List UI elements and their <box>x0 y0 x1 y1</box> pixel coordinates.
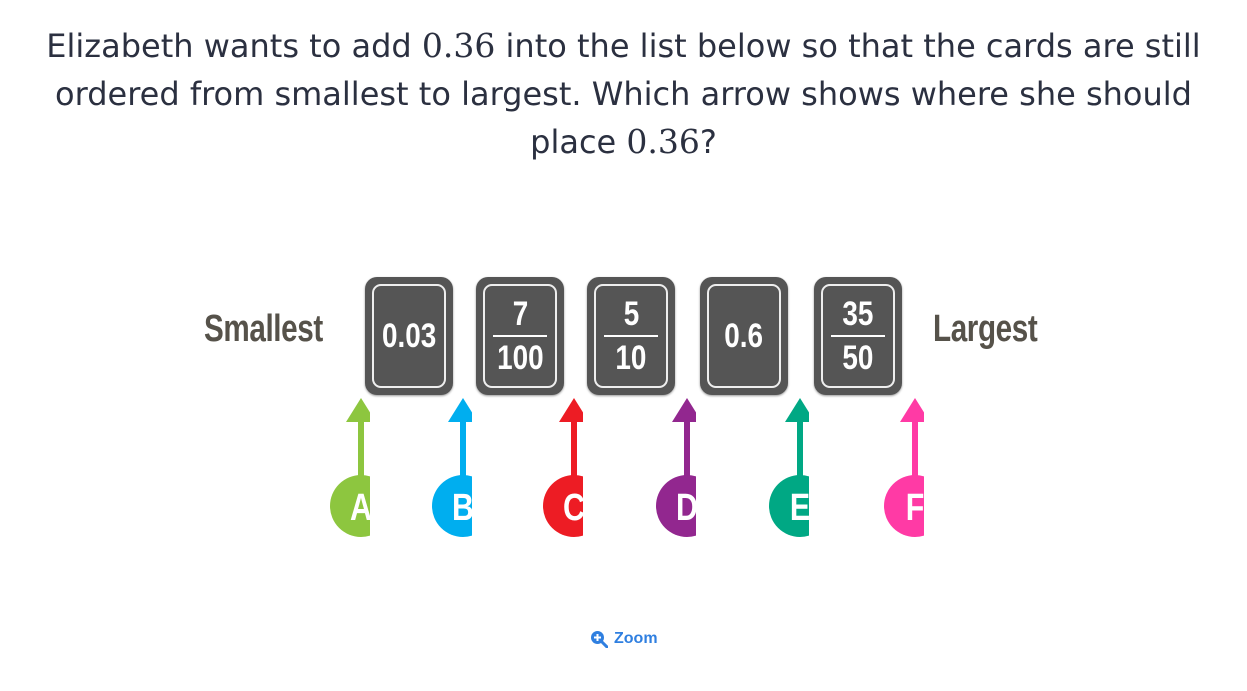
arrow-up-icon <box>346 398 370 422</box>
arrow-shaft <box>684 420 690 480</box>
arrow-shaft <box>571 420 577 480</box>
numerator: 35 <box>842 295 874 333</box>
card-face: 0.6 <box>707 284 781 388</box>
numerator: 5 <box>623 295 639 333</box>
denominator: 50 <box>842 339 874 377</box>
number-card: 5 10 <box>587 277 675 395</box>
arrow-up-icon <box>785 398 809 422</box>
option-letter: D <box>676 487 696 529</box>
arrow-up-icon <box>448 398 472 422</box>
arrow-up-icon <box>672 398 696 422</box>
largest-label: Largest <box>933 308 1038 350</box>
zoom-in-icon <box>591 631 608 648</box>
option-letter: E <box>790 487 809 529</box>
question-text: Elizabeth wants to add 0.36 into the lis… <box>0 22 1247 166</box>
smallest-label: Smallest <box>204 308 323 350</box>
option-letter: F <box>906 487 924 529</box>
arrow-option-e[interactable]: E <box>769 398 809 540</box>
denominator: 10 <box>615 339 647 377</box>
question-part: Elizabeth wants to add <box>46 27 422 65</box>
option-letter: C <box>563 487 583 529</box>
arrow-up-icon <box>559 398 583 422</box>
card-face: 0.03 <box>372 284 446 388</box>
fraction-bar <box>831 335 885 337</box>
zoom-label: Zoom <box>614 630 658 647</box>
numerator: 7 <box>512 295 528 333</box>
arrow-shaft <box>358 420 364 480</box>
zoom-button[interactable]: Zoom <box>590 630 658 648</box>
arrow-option-f[interactable]: F <box>884 398 924 540</box>
arrow-shaft <box>460 420 466 480</box>
card-value: 0.03 <box>381 317 437 355</box>
fraction-bar <box>604 335 658 337</box>
card-face: 5 10 <box>594 284 668 388</box>
arrow-option-d[interactable]: D <box>656 398 696 540</box>
arrow-shaft <box>912 420 918 480</box>
option-letter: A <box>350 487 370 529</box>
math-value: 0.36 <box>626 122 700 161</box>
fraction-bar <box>493 335 547 337</box>
number-card: 7 100 <box>476 277 564 395</box>
number-card: 35 50 <box>814 277 902 395</box>
card-value: 0.6 <box>724 317 764 355</box>
math-value: 0.36 <box>421 26 496 65</box>
number-card: 0.6 <box>700 277 788 395</box>
question-part: place <box>530 123 627 161</box>
arrow-option-c[interactable]: C <box>543 398 583 540</box>
arrow-shaft <box>797 420 803 480</box>
question-part: ordered from smallest to largest. Which … <box>55 75 1192 113</box>
arrow-option-b[interactable]: B <box>432 398 472 540</box>
arrow-option-a[interactable]: A <box>330 398 370 540</box>
option-letter: B <box>452 487 472 529</box>
question-part: into the list below so that the cards ar… <box>495 27 1201 65</box>
question-part: ? <box>699 123 717 161</box>
denominator: 100 <box>496 339 544 377</box>
card-face: 35 50 <box>821 284 895 388</box>
arrow-up-icon <box>900 398 924 422</box>
card-face: 7 100 <box>483 284 557 388</box>
number-card: 0.03 <box>365 277 453 395</box>
